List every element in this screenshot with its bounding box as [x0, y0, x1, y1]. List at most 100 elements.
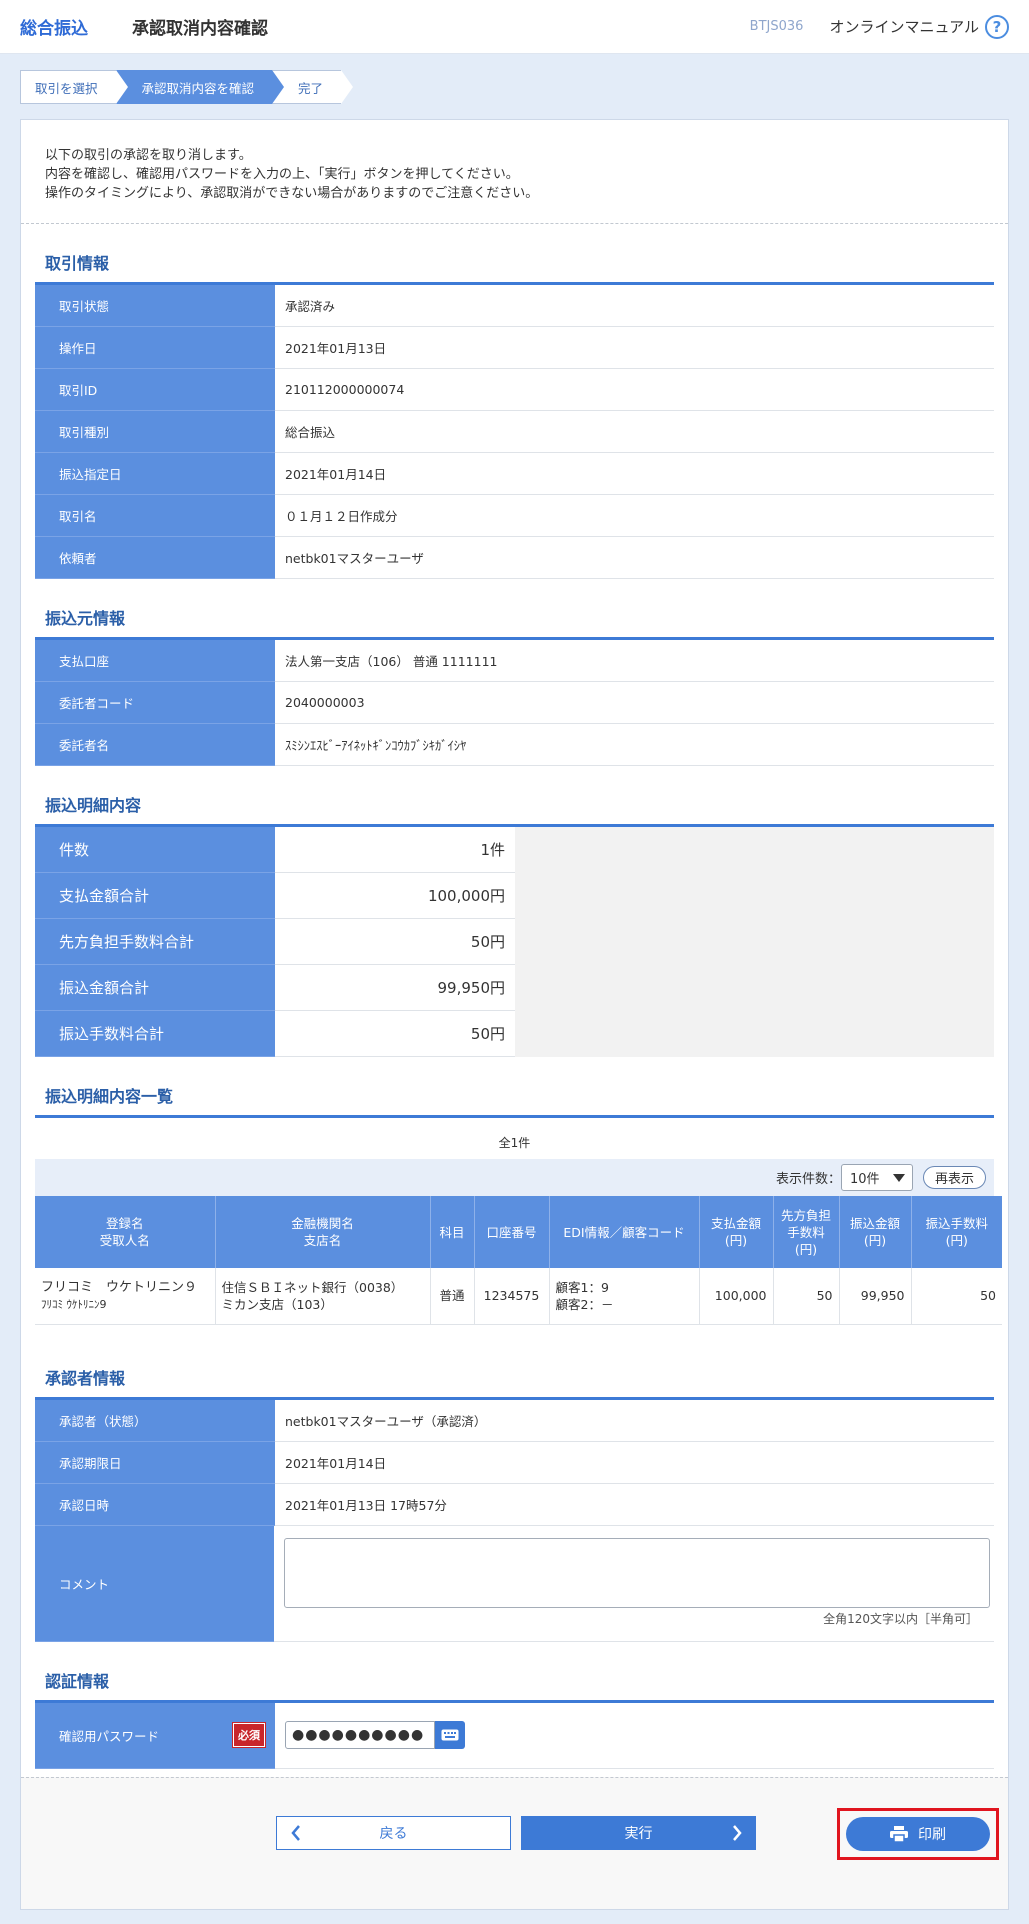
list-controls: 表示件数： 10件 再表示	[35, 1159, 994, 1196]
table-row: 取引状態 承認済み	[35, 285, 994, 327]
table-row: 依頼者 netbk01マスターユーザ	[35, 537, 994, 579]
online-manual-label: オンラインマニュアル	[829, 18, 979, 36]
transfer-amount-cell: 99,950	[839, 1268, 912, 1325]
print-button[interactable]: 印刷	[846, 1817, 990, 1851]
row-value: ｽﾐｼﾝｴｽﾋﾞｰｱｲﾈｯﾄｷﾞﾝｺｳｶﾌﾞｼｷｶﾞｲｼﾔ	[285, 738, 467, 753]
printer-icon	[890, 1826, 908, 1842]
help-icon[interactable]: ?	[985, 14, 1009, 39]
service-name: 総合振込	[20, 19, 88, 39]
pay-amount-cell: 100,000	[699, 1268, 774, 1325]
table-row: 振込手数料合計 50円	[35, 1011, 994, 1057]
comment-textarea[interactable]	[284, 1537, 990, 1608]
back-button[interactable]: 戻る	[276, 1816, 511, 1850]
row-value: netbk01マスターユーザ（承認済）	[285, 1413, 487, 1429]
per-page-select[interactable]: 10件	[840, 1164, 913, 1191]
recipient-name: フリコミ ウケトリニン９	[41, 1279, 198, 1295]
password-input[interactable]: ●●●●●●●●●●	[285, 1721, 435, 1749]
intro-line: 操作のタイミングにより、承認取消ができない場合がありますのでご注意ください。	[45, 186, 539, 201]
col-header: 支払金額 (円)	[699, 1196, 774, 1268]
account-type-cell: 普通	[430, 1268, 475, 1325]
row-value: 2040000003	[285, 695, 365, 710]
row-label: 取引ID	[35, 369, 275, 411]
row-label: 承認者（状態）	[35, 1399, 275, 1442]
print-button-label: 印刷	[918, 1827, 946, 1843]
section-title-summary: 振込明細内容	[35, 766, 994, 827]
table-row: 取引種別 総合振込	[35, 411, 994, 453]
col-header: 口座番号	[474, 1196, 550, 1268]
table-row: フリコミ ウケトリニン９ ﾌﾘｺﾐ ｳｹﾄﾘﾆﾝ9 住信ＳＢＩネット銀行（0038…	[35, 1268, 1002, 1325]
screen-id: BTJS036	[749, 19, 804, 34]
col-header: 科目	[430, 1196, 475, 1268]
row-value: 法人第一支店（106） 普通 1111111	[285, 654, 498, 669]
row-label: 振込金額合計	[35, 965, 275, 1011]
page-title: 承認取消内容確認	[132, 19, 268, 39]
section-title-auth: 認証情報	[35, 1642, 994, 1703]
row-label: 件数	[35, 827, 275, 873]
row-label: 取引種別	[35, 411, 275, 453]
section-title-approver: 承認者情報	[35, 1325, 994, 1400]
table-row: 確認用パスワード 必須 ●●●●●●●●●●	[35, 1702, 994, 1769]
redisplay-button[interactable]: 再表示	[922, 1166, 986, 1189]
table-row: 振込金額合計 99,950円	[35, 965, 994, 1011]
execute-button[interactable]: 実行	[521, 1816, 756, 1850]
transaction-table: 取引状態 承認済み 操作日 2021年01月13日 取引ID 210112000000…	[35, 285, 994, 579]
row-label: 取引状態	[35, 285, 275, 327]
col-header: 先方負担 手数料 (円)	[773, 1196, 840, 1268]
row-label: 支払口座	[35, 640, 275, 682]
row-value: 100,000円	[275, 873, 515, 919]
row-label: 振込手数料合計	[35, 1011, 275, 1057]
section-title-source: 振込元情報	[35, 579, 994, 640]
print-highlight-frame: 印刷	[837, 1808, 999, 1860]
col-header: 登録名 受取人名	[35, 1196, 216, 1268]
table-row: 委託者名 ｽﾐｼﾝｴｽﾋﾞｰｱｲﾈｯﾄｷﾞﾝｺｳｶﾌﾞｼｷｶﾞｲｼﾔ	[35, 724, 994, 766]
online-manual-link[interactable]: オンラインマニュアル ?	[829, 14, 1009, 39]
col-header: 振込手数料 (円)	[911, 1196, 1002, 1268]
table-row: コメント 全角120文字以内［半角可］	[35, 1525, 994, 1642]
approver-table: 承認者（状態） netbk01マスターユーザ（承認済） 承認期限日 2021年01月…	[35, 1399, 994, 1642]
required-badge: 必須	[232, 1722, 266, 1748]
detail-table: 登録名 受取人名 金融機関名 支店名 科目 口座番号 EDI情報／顧客コード 支…	[35, 1196, 1002, 1325]
row-value: 2021年01月13日	[285, 341, 387, 356]
keyboard-icon	[441, 1729, 459, 1741]
section-title-transaction: 取引情報	[35, 224, 994, 285]
chevron-right-icon	[733, 1825, 742, 1841]
comment-limit-note: 全角120文字以内［半角可］	[823, 1611, 978, 1626]
table-row: 承認期限日 2021年01月14日	[35, 1441, 994, 1484]
summary-table: 件数 1件 支払金額合計 100,000円 先方負担手数料合計 50円 振込金額合計 9…	[35, 827, 994, 1057]
row-value: 210112000000074	[285, 382, 405, 397]
step-select-transaction: 取引を選択	[20, 70, 127, 104]
row-value: 99,950円	[275, 965, 515, 1011]
intro-line: 内容を確認し、確認用パスワードを入力の上、「実行」ボタンを押してください。	[45, 167, 519, 182]
step-confirm-cancel: 承認取消内容を確認	[115, 70, 284, 104]
row-label: 取引名	[35, 495, 275, 537]
table-row: 件数 1件	[35, 827, 994, 873]
software-keyboard-button[interactable]	[435, 1721, 465, 1749]
table-row: 先方負担手数料合計 50円	[35, 919, 994, 965]
table-row: 承認者（状態） netbk01マスターユーザ（承認済）	[35, 1399, 994, 1442]
step-indicator: 取引を選択 承認取消内容を確認 完了	[20, 70, 1029, 104]
execute-button-label: 実行	[624, 1826, 653, 1842]
row-value: netbk01マスターユーザ	[285, 551, 424, 566]
bank-cell: 住信ＳＢＩネット銀行（0038） ミカン支店（103）	[215, 1268, 431, 1325]
page-header: 総合振込 承認取消内容確認 BTJS036 オンラインマニュアル ?	[0, 0, 1029, 54]
row-value: 2021年01月14日	[285, 467, 387, 482]
row-value: 50円	[275, 1011, 515, 1057]
intro-line: 以下の取引の承認を取り消します。	[45, 148, 252, 163]
row-label: 承認日時	[35, 1483, 275, 1526]
recipient-kana: ﾌﾘｺﾐ ｳｹﾄﾘﾆﾝ9	[41, 1297, 107, 1311]
table-row: 承認日時 2021年01月13日 17時57分	[35, 1483, 994, 1526]
table-row: 支払口座 法人第一支店（106） 普通 1111111	[35, 640, 994, 682]
table-row: 取引名 ０１月１２日作成分	[35, 495, 994, 537]
fee-borne-cell: 50	[773, 1268, 840, 1325]
row-label: 依頼者	[35, 537, 275, 579]
row-label: 操作日	[35, 327, 275, 369]
row-label: 委託者コード	[35, 682, 275, 724]
recipient-cell: フリコミ ウケトリニン９ ﾌﾘｺﾐ ｳｹﾄﾘﾆﾝ9	[35, 1268, 216, 1325]
row-label: 委託者名	[35, 724, 275, 766]
col-header: 振込金額 (円)	[839, 1196, 912, 1268]
table-row: 支払金額合計 100,000円	[35, 873, 994, 919]
row-value: ０１月１２日作成分	[285, 509, 398, 524]
row-value: 承認済み	[285, 299, 336, 314]
intro-message: 以下の取引の承認を取り消します。 内容を確認し、確認用パスワードを入力の上、「実…	[21, 120, 1008, 224]
table-row: 振込指定日 2021年01月14日	[35, 453, 994, 495]
